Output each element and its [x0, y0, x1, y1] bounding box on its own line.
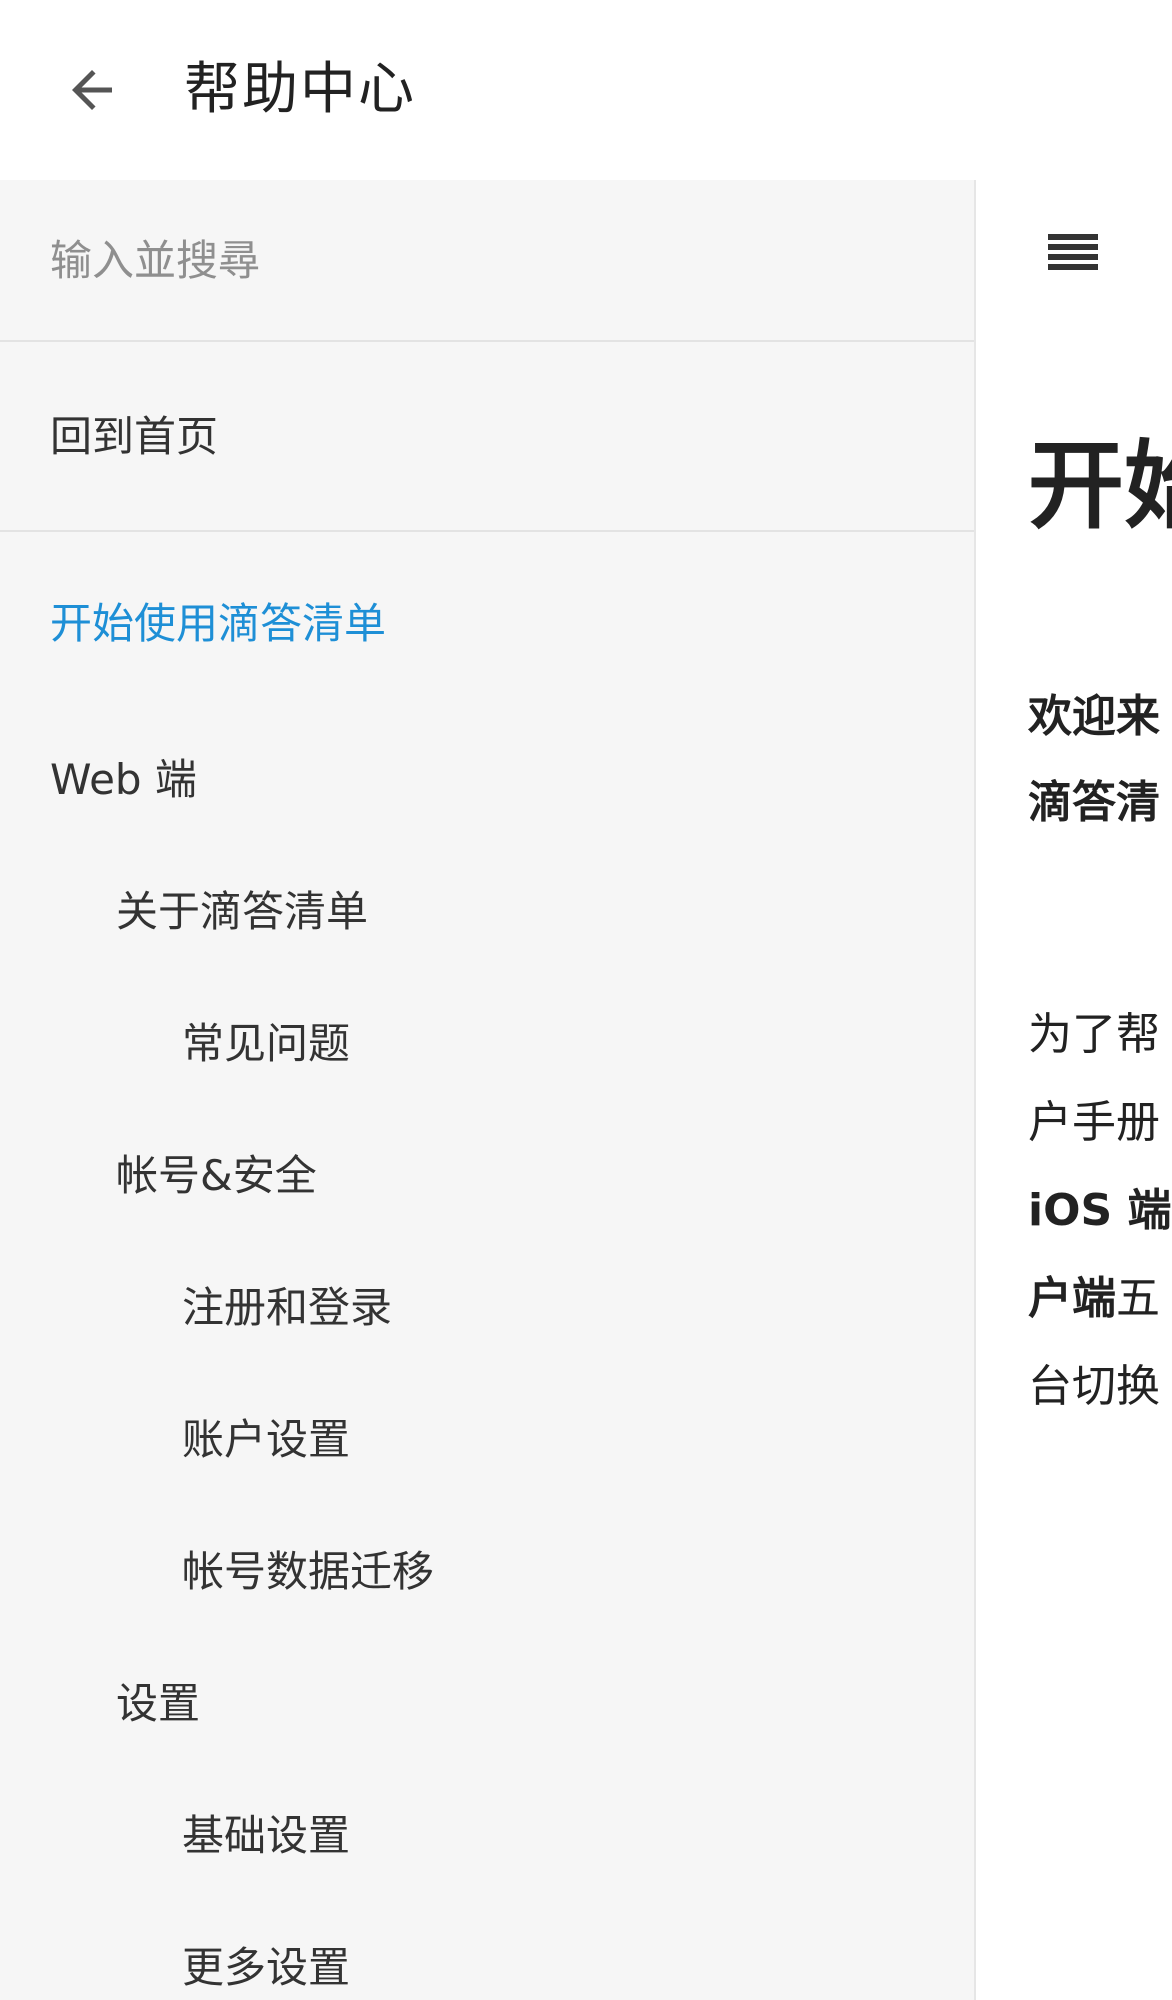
intro-line-2: 滴答清: [1028, 777, 1160, 828]
sidebar-item-settings[interactable]: 设置: [0, 1638, 974, 1770]
para-line-5: 台切换: [1028, 1361, 1160, 1412]
para-line-4: 户端五: [1028, 1262, 1160, 1326]
arrow-left-icon: [72, 70, 112, 110]
para-line-1: 为了帮: [1028, 1009, 1160, 1060]
intro-line-1: 欢迎来: [1028, 691, 1160, 742]
sidebar: 回到首页 开始使用滴答清单 Web 端 关于滴答清单 常见问题 帐号&安全 注册…: [0, 180, 976, 2000]
para-line-4-rest: 五: [1116, 1273, 1160, 1324]
article-title: 开始: [1028, 430, 1172, 542]
sidebar-item-faq[interactable]: 常见问题: [0, 978, 974, 1110]
para-line-4-bold: 户端: [1028, 1273, 1116, 1324]
para-line-3: iOS 端: [1028, 1185, 1172, 1236]
menu-button[interactable]: [1048, 230, 1108, 290]
content-pane: 开始 欢迎来 滴答清 为了帮 户手册 iOS 端 户端五 台切换: [976, 180, 1172, 2000]
sidebar-item-getting-started[interactable]: 开始使用滴答清单: [0, 534, 974, 714]
sidebar-item-account-settings[interactable]: 账户设置: [0, 1374, 974, 1506]
sidebar-item-account-security[interactable]: 帐号&安全: [0, 1110, 974, 1242]
sidebar-item-register-login[interactable]: 注册和登录: [0, 1242, 974, 1374]
sidebar-item-basic-settings[interactable]: 基础设置: [0, 1770, 974, 1902]
home-link[interactable]: 回到首页: [0, 342, 974, 532]
sidebar-item-more-settings[interactable]: 更多设置: [0, 1902, 974, 2000]
search-row: [0, 180, 974, 342]
sidebar-item-web[interactable]: Web 端: [0, 714, 974, 846]
home-link-label: 回到首页: [50, 412, 219, 461]
app-bar: 帮助中心: [0, 0, 1172, 180]
para-line-2: 户手册: [1028, 1097, 1160, 1148]
page-title: 帮助中心: [184, 57, 416, 122]
nav-list: 开始使用滴答清单 Web 端 关于滴答清单 常见问题 帐号&安全 注册和登录 账…: [0, 534, 974, 2000]
sidebar-item-data-migration[interactable]: 帐号数据迁移: [0, 1506, 974, 1638]
back-button[interactable]: [52, 50, 132, 130]
search-input[interactable]: [48, 224, 928, 296]
sidebar-item-about[interactable]: 关于滴答清单: [0, 846, 974, 978]
